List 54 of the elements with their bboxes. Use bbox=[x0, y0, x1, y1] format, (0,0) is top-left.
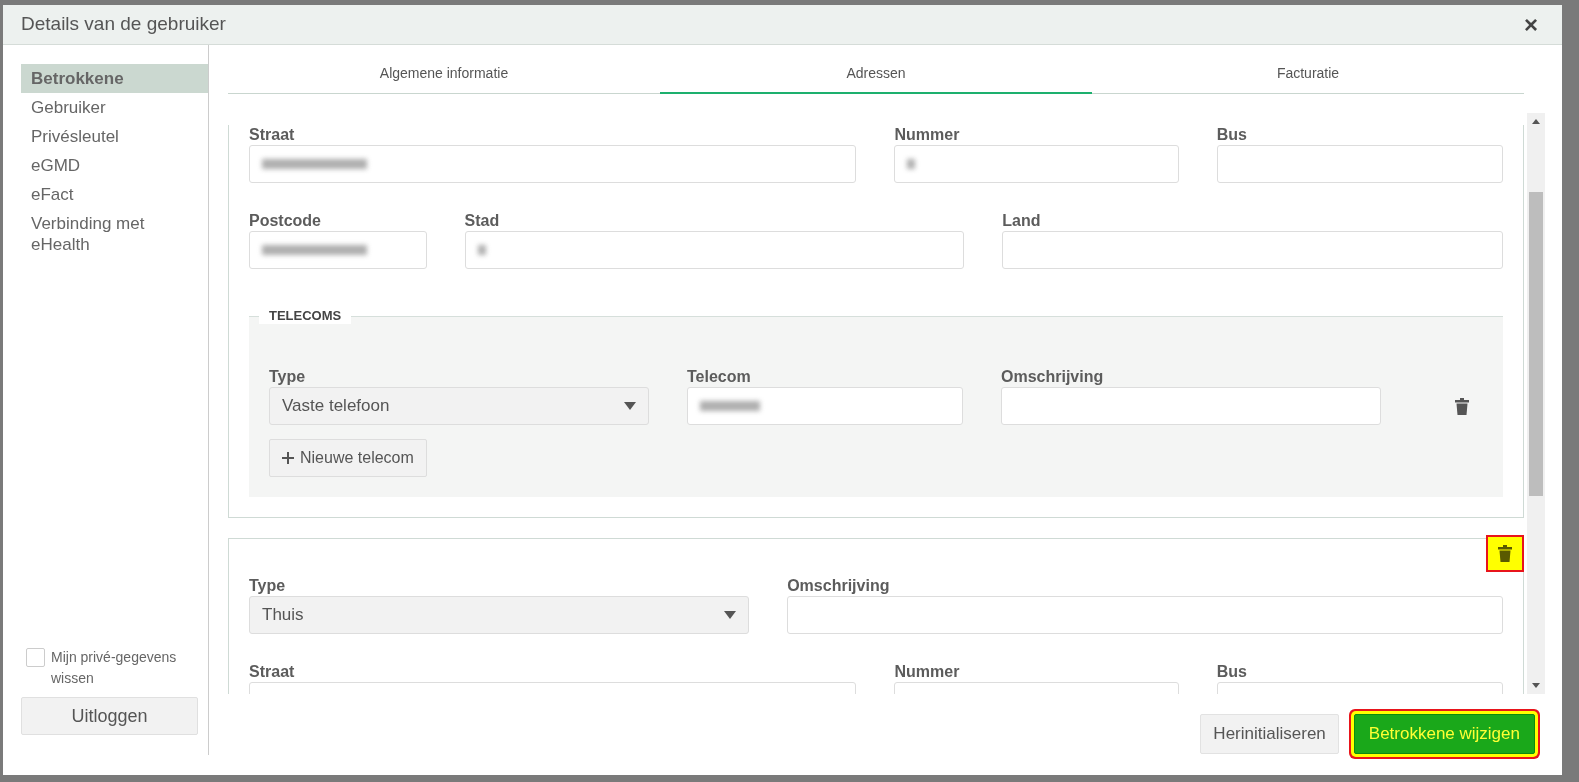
field-label: Straat bbox=[249, 125, 296, 145]
select-value: Thuis bbox=[262, 604, 304, 627]
blurred-value bbox=[700, 401, 760, 411]
select-field[interactable]: Vaste telefoon bbox=[269, 387, 649, 425]
checkbox[interactable] bbox=[26, 648, 45, 667]
logout-button[interactable]: Uitloggen bbox=[21, 697, 198, 735]
delete-button[interactable] bbox=[1486, 535, 1524, 572]
field-label: Postcode bbox=[249, 211, 322, 231]
checkbox-label: Mijn privé-gegevens wissen bbox=[51, 648, 178, 688]
sidebar-item[interactable]: Verbinding met eHealth bbox=[21, 209, 208, 259]
add-telecom-button[interactable]: Nieuwe telecom bbox=[269, 439, 427, 477]
field-label: Type bbox=[249, 576, 287, 596]
select-field[interactable]: Thuis bbox=[249, 596, 750, 634]
plus-icon bbox=[282, 452, 294, 464]
sidebar-item[interactable]: Gebruiker bbox=[21, 93, 208, 122]
tab[interactable]: Facturatie bbox=[1092, 55, 1524, 94]
blurred-value bbox=[477, 245, 486, 255]
input-field[interactable] bbox=[1216, 145, 1503, 183]
field-label: Omschrijving bbox=[787, 576, 891, 596]
field-label: Type bbox=[269, 367, 307, 387]
field-label: Bus bbox=[1216, 662, 1248, 682]
trash-icon bbox=[1455, 397, 1469, 415]
sidebar-item[interactable]: Betrokkene bbox=[21, 64, 208, 93]
sidebar-item[interactable]: eFact bbox=[21, 180, 208, 209]
window-title: Details van de gebruiker bbox=[21, 12, 226, 37]
field-label: Nummer bbox=[894, 662, 961, 682]
blurred-value bbox=[907, 159, 916, 169]
field-label: Stad bbox=[464, 211, 501, 231]
input-field[interactable] bbox=[687, 387, 963, 425]
input-field[interactable] bbox=[249, 231, 427, 269]
input-field[interactable] bbox=[249, 145, 857, 183]
field-label: Bus bbox=[1216, 125, 1248, 145]
input-field[interactable] bbox=[1001, 387, 1381, 425]
input-field[interactable] bbox=[464, 231, 965, 269]
sidebar-item[interactable]: Privésleutel bbox=[21, 122, 208, 151]
scrollbar[interactable] bbox=[1527, 113, 1545, 694]
tab[interactable]: Algemene informatie bbox=[228, 55, 660, 94]
field-label: Nummer bbox=[894, 125, 961, 145]
select-value: Vaste telefoon bbox=[282, 395, 390, 418]
caret-icon bbox=[724, 611, 737, 619]
field-label: Telecom bbox=[687, 367, 752, 387]
caret-icon bbox=[624, 402, 636, 410]
close-button[interactable]: × bbox=[1518, 12, 1544, 37]
field-label: Omschrijving bbox=[1001, 367, 1105, 387]
sidebar-item[interactable]: eGMD bbox=[21, 151, 208, 180]
trash-icon bbox=[1498, 545, 1512, 562]
input-field[interactable] bbox=[894, 145, 1179, 183]
field-label: Straat bbox=[249, 662, 296, 682]
section-legend: TELECOMS bbox=[259, 308, 352, 324]
input-field[interactable] bbox=[787, 596, 1503, 634]
field-label: Land bbox=[1002, 211, 1042, 231]
reset-button[interactable]: Herinitialiseren bbox=[1200, 714, 1339, 754]
input-field[interactable] bbox=[1002, 231, 1503, 269]
tab[interactable]: Adressen bbox=[660, 55, 1092, 94]
